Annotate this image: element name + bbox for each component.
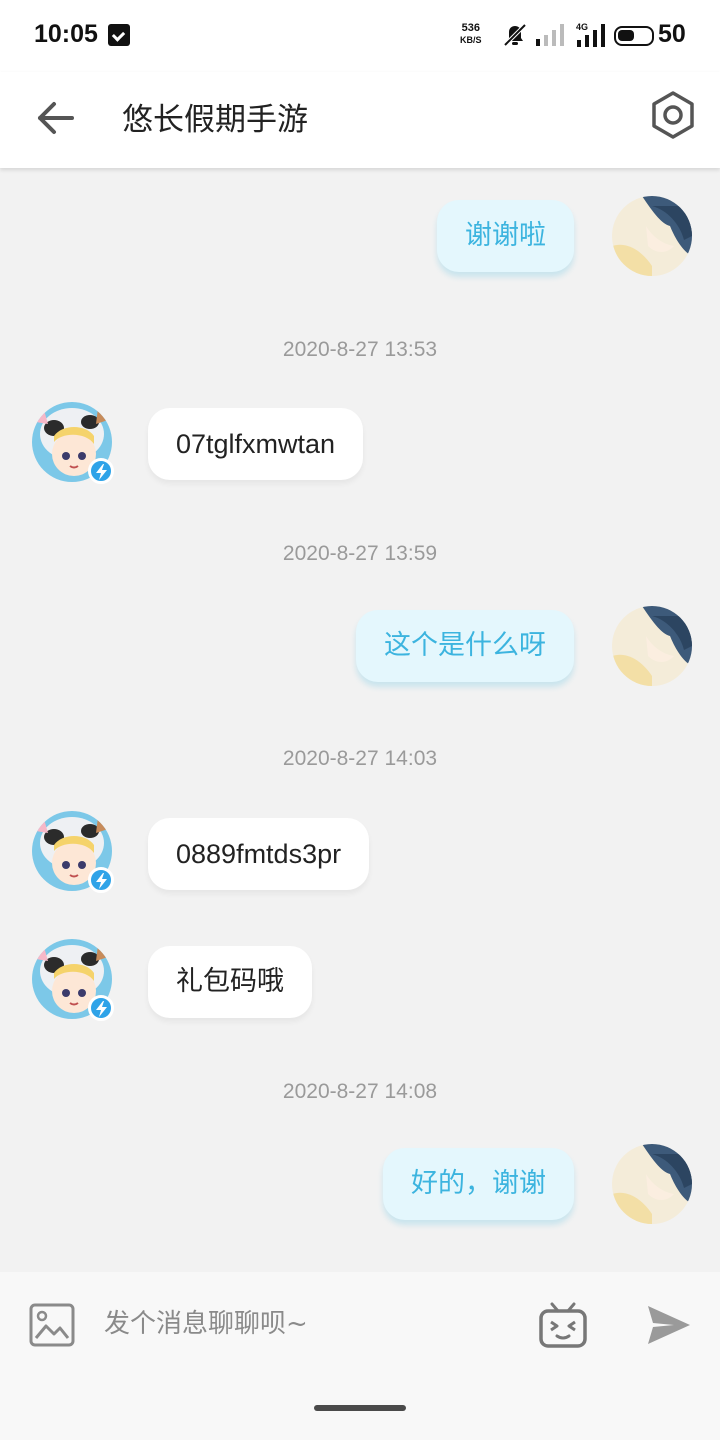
incoming-message-bubble[interactable]: 07tglfxmwtan: [148, 408, 364, 480]
lightning-badge-icon: [88, 995, 114, 1021]
send-button[interactable]: [646, 1304, 692, 1346]
lightning-badge-icon: [88, 867, 114, 893]
signal-sim1-icon: [536, 24, 564, 46]
outgoing-message-bubble[interactable]: 好的，谢谢: [383, 1148, 574, 1220]
message-timestamp: 2020-8-27 13:59: [282, 542, 438, 565]
outgoing-message-bubble[interactable]: 这个是什么呀: [356, 610, 574, 682]
signal-sim2-icon: 4G: [576, 22, 605, 47]
message-input-bar: [0, 1272, 720, 1376]
system-navigation-bar: [0, 1376, 720, 1440]
status-time: 10:05: [34, 20, 98, 48]
page-title: 悠长假期手游: [122, 102, 308, 138]
network-speed-value: 536: [461, 22, 480, 34]
battery-icon: [614, 26, 654, 46]
my-avatar[interactable]: [612, 1144, 692, 1224]
chat-message-list[interactable]: 谢谢啦 2020-8-27 13:53 07tglfxmwtan 2020-8-…: [0, 168, 720, 1272]
app-header: 悠长假期手游: [0, 72, 720, 168]
image-icon[interactable]: [28, 1302, 76, 1348]
emoji-icon[interactable]: [538, 1300, 588, 1350]
my-avatar-image: [612, 606, 692, 686]
message-timestamp: 2020-8-27 13:53: [282, 338, 438, 361]
settings-icon[interactable]: [646, 88, 700, 142]
mute-bell-icon: [503, 23, 527, 47]
outgoing-message-bubble[interactable]: 谢谢啦: [437, 200, 574, 272]
status-bar: 10:05 536 KB/S 4G 50: [0, 0, 720, 72]
network-speed: 536 KB/S: [460, 22, 482, 46]
battery-level: 50: [658, 20, 686, 48]
my-avatar-image: [612, 196, 692, 276]
lightning-badge-icon: [88, 458, 114, 484]
back-button[interactable]: [28, 90, 84, 146]
message-notification-icon: [108, 24, 130, 46]
home-gesture-bar[interactable]: [314, 1405, 406, 1411]
my-avatar[interactable]: [612, 196, 692, 276]
svg-text:4G: 4G: [576, 22, 588, 32]
battery-fill: [618, 30, 634, 41]
my-avatar[interactable]: [612, 606, 692, 686]
message-input[interactable]: [104, 1302, 514, 1346]
message-timestamp: 2020-8-27 14:08: [282, 1080, 438, 1103]
incoming-message-bubble[interactable]: 0889fmtds3pr: [148, 818, 370, 890]
network-speed-unit: KB/S: [460, 35, 482, 45]
my-avatar-image: [612, 1144, 692, 1224]
message-timestamp: 2020-8-27 14:03: [282, 747, 438, 770]
incoming-message-bubble[interactable]: 礼包码哦: [148, 946, 312, 1018]
